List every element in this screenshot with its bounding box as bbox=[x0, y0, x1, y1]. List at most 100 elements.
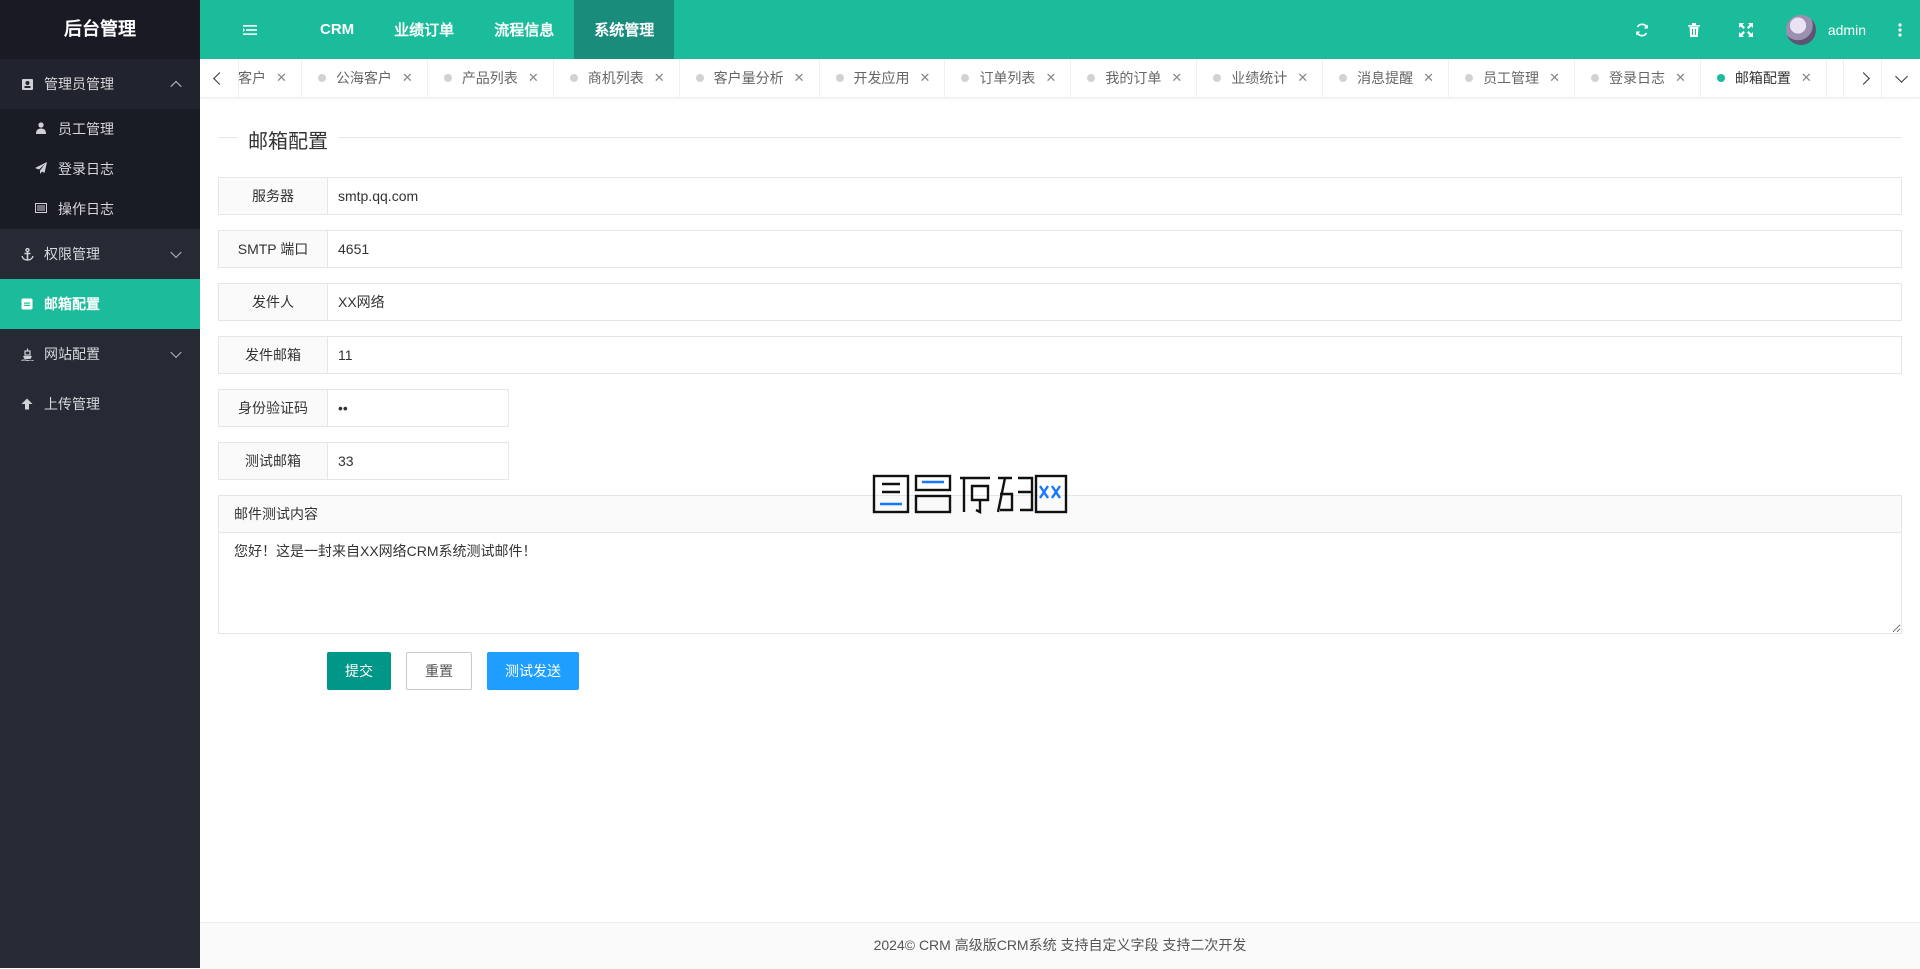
close-icon[interactable]: ✕ bbox=[1171, 70, 1182, 86]
close-icon[interactable]: ✕ bbox=[276, 70, 287, 86]
close-icon[interactable]: ✕ bbox=[1045, 70, 1056, 86]
page-tab-label: 消息提醒 bbox=[1357, 70, 1414, 86]
test-content-textarea[interactable]: 您好！这是一封来自XX网络CRM系统测试邮件！ bbox=[219, 533, 1901, 633]
close-icon[interactable]: ✕ bbox=[402, 70, 413, 86]
close-icon[interactable]: ✕ bbox=[1675, 70, 1686, 86]
field-label: 身份验证码 bbox=[218, 389, 328, 427]
form-row-sender: 发件人 bbox=[218, 283, 1902, 321]
tab-dot-icon bbox=[1465, 74, 1474, 82]
menu-toggle-button[interactable] bbox=[200, 0, 300, 59]
header-tab-orders[interactable]: 业绩订单 bbox=[374, 0, 474, 59]
page-tab[interactable]: 商机列表 ✕ bbox=[554, 59, 680, 97]
page-tab-active[interactable]: 邮箱配置 ✕ bbox=[1701, 59, 1827, 97]
fullscreen-button[interactable] bbox=[1720, 0, 1772, 59]
sidebar-item-staff[interactable]: 员工管理 bbox=[0, 109, 200, 149]
tab-dot-icon bbox=[961, 74, 970, 82]
page-tab[interactable]: 客户 ✕ bbox=[238, 59, 302, 97]
tab-dot-icon bbox=[1213, 74, 1222, 82]
test-email-input[interactable] bbox=[328, 442, 509, 480]
sender-email-input[interactable] bbox=[328, 336, 1902, 374]
field-label: 服务器 bbox=[218, 177, 328, 215]
auth-code-input[interactable] bbox=[328, 389, 509, 427]
page-tab-label: 邮箱配置 bbox=[1734, 70, 1791, 86]
sidebar-item-label: 操作日志 bbox=[58, 201, 114, 217]
sidebar-item-operation-log[interactable]: 操作日志 bbox=[0, 189, 200, 229]
close-icon[interactable]: ✕ bbox=[1549, 70, 1560, 86]
page-tab[interactable]: 我的订单 ✕ bbox=[1071, 59, 1198, 97]
sidebar-item-permissions[interactable]: 权限管理 bbox=[0, 229, 200, 279]
page-tab-label: 员工管理 bbox=[1483, 70, 1540, 86]
header-tab-crm[interactable]: CRM bbox=[300, 0, 374, 59]
close-icon[interactable]: ✕ bbox=[794, 70, 805, 86]
close-icon[interactable]: ✕ bbox=[654, 70, 665, 86]
top-header: CRM 业绩订单 流程信息 系统管理 admin bbox=[200, 0, 1920, 59]
sidebar-item-upload[interactable]: 上传管理 bbox=[0, 379, 200, 429]
chevron-up-icon bbox=[170, 80, 182, 93]
chevron-down-icon bbox=[1894, 69, 1908, 83]
field-label: 测试邮箱 bbox=[218, 442, 328, 480]
envelope-icon bbox=[20, 297, 34, 311]
app-logo: 后台管理 bbox=[0, 0, 200, 59]
sidebar-item-login-log[interactable]: 登录日志 bbox=[0, 149, 200, 189]
watermark-logo bbox=[872, 474, 1068, 514]
tab-dot-icon bbox=[1716, 74, 1725, 82]
reset-button[interactable]: 重置 bbox=[406, 652, 472, 690]
submit-button[interactable]: 提交 bbox=[327, 652, 391, 690]
tabs-options-button[interactable] bbox=[1881, 59, 1920, 97]
close-icon[interactable]: ✕ bbox=[1801, 70, 1812, 86]
user-menu[interactable]: admin bbox=[1772, 0, 1880, 59]
tab-dot-icon bbox=[695, 74, 704, 82]
header-tab-system[interactable]: 系统管理 bbox=[574, 0, 675, 59]
close-icon[interactable]: ✕ bbox=[1423, 70, 1434, 86]
refresh-button[interactable] bbox=[1616, 0, 1668, 59]
arrow-up-icon bbox=[20, 397, 34, 411]
anchor-icon bbox=[20, 247, 34, 261]
page-tab[interactable]: 登录日志 ✕ bbox=[1575, 59, 1701, 97]
page-tab[interactable]: 消息提醒 ✕ bbox=[1323, 59, 1450, 97]
sidebar-item-label: 权限管理 bbox=[44, 246, 100, 262]
sender-name-input[interactable] bbox=[328, 283, 1902, 321]
sidebar-item-admin-management[interactable]: 管理员管理 bbox=[0, 59, 200, 109]
page-tab-label: 开发应用 bbox=[853, 70, 910, 86]
page-tab-label: 我的订单 bbox=[1105, 70, 1162, 86]
sidebar-item-label: 员工管理 bbox=[58, 121, 114, 137]
page-tab[interactable]: 公海客户 ✕ bbox=[302, 59, 428, 97]
tab-dot-icon bbox=[835, 74, 844, 82]
page-tab-label: 订单列表 bbox=[979, 70, 1036, 86]
trash-icon bbox=[1687, 22, 1700, 37]
clear-cache-button[interactable] bbox=[1668, 0, 1720, 59]
hamburger-icon bbox=[243, 24, 257, 35]
smtp-server-input[interactable] bbox=[328, 177, 1902, 215]
test-send-button[interactable]: 测试发送 bbox=[487, 652, 579, 690]
page-tab[interactable]: 员工管理 ✕ bbox=[1449, 59, 1575, 97]
ship-icon bbox=[20, 347, 34, 361]
sidebar-item-mail-config[interactable]: 邮箱配置 bbox=[0, 279, 200, 329]
header-tab-workflow[interactable]: 流程信息 bbox=[474, 0, 574, 59]
page-tab[interactable]: 开发应用 ✕ bbox=[820, 59, 946, 97]
page-title: 邮箱配置 bbox=[238, 125, 338, 154]
form-row-server: 服务器 bbox=[218, 177, 1902, 215]
smtp-port-input[interactable] bbox=[328, 230, 1902, 268]
tab-dot-icon bbox=[443, 74, 452, 82]
username: admin bbox=[1827, 21, 1866, 38]
chevron-down-icon bbox=[170, 246, 182, 259]
sidebar-item-label: 上传管理 bbox=[44, 396, 100, 412]
tabs-scroll-right-button[interactable] bbox=[1843, 59, 1882, 97]
close-icon[interactable]: ✕ bbox=[920, 70, 931, 86]
more-menu-button[interactable] bbox=[1880, 0, 1920, 59]
list-icon bbox=[34, 202, 48, 216]
chevron-left-icon bbox=[212, 71, 226, 85]
page-tab[interactable]: 客户量分析 ✕ bbox=[680, 59, 820, 97]
tabs-scroll-left-button[interactable] bbox=[200, 59, 239, 97]
avatar bbox=[1785, 14, 1816, 45]
close-icon[interactable]: ✕ bbox=[1297, 70, 1308, 86]
page-tab-label: 商机列表 bbox=[587, 70, 644, 86]
page-tab[interactable]: 产品列表 ✕ bbox=[428, 59, 554, 97]
sidebar-item-site-config[interactable]: 网站配置 bbox=[0, 329, 200, 379]
close-icon[interactable]: ✕ bbox=[528, 70, 539, 86]
page-tabs: 客户 ✕ 公海客户 ✕ 产品列表 ✕ 商机列表 ✕ 客户量分析 ✕ 开发应用 ✕ 订单列表 ✕… bbox=[238, 59, 1827, 97]
main-content: 邮箱配置 服务器 SMTP 端口 发件人 发件邮箱 身份验证码 测试邮箱 邮件测… bbox=[218, 97, 1902, 690]
page-tab[interactable]: 业绩统计 ✕ bbox=[1197, 59, 1324, 97]
page-tab[interactable]: 订单列表 ✕ bbox=[945, 59, 1072, 97]
page-tab-label: 客户量分析 bbox=[713, 70, 784, 86]
